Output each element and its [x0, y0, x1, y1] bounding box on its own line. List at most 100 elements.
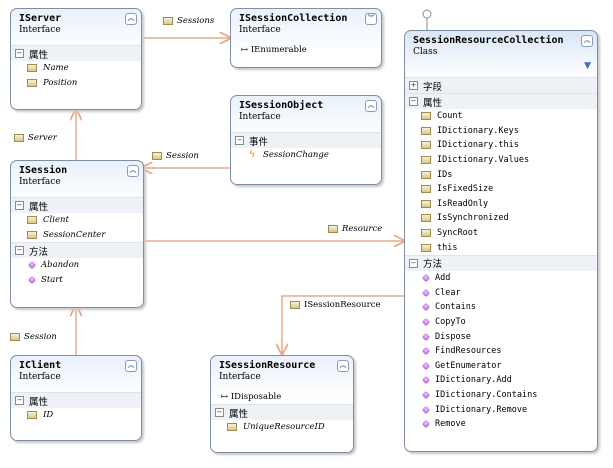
method-icon	[27, 275, 37, 285]
label-sessions: Sessions	[163, 16, 214, 26]
isession-properties-section[interactable]: − 属性	[11, 197, 143, 213]
minus-icon[interactable]: −	[15, 246, 24, 256]
src-method-item[interactable]: GetEnumerator	[405, 359, 597, 374]
minus-icon[interactable]: −	[215, 408, 224, 417]
method-icon	[421, 317, 431, 327]
isession-prop-client[interactable]: Client	[11, 213, 143, 228]
method-icon	[421, 346, 431, 356]
src-property-item[interactable]: IDs	[405, 167, 597, 182]
isessionobject-kind: Interface	[239, 112, 281, 122]
method-icon	[421, 361, 431, 371]
minus-icon[interactable]: −	[15, 49, 24, 58]
src-method-label: Clear	[435, 287, 461, 298]
src-method-item[interactable]: Remove	[405, 417, 597, 432]
label-session-client: Session	[10, 332, 57, 342]
minus-icon[interactable]: −	[235, 136, 244, 145]
src-method-label: IDictionary.Contains	[435, 389, 538, 400]
src-method-item[interactable]: IDictionary.Contains	[405, 388, 597, 403]
iserver-kind: Interface	[19, 25, 61, 35]
method-icon	[421, 332, 431, 341]
src-method-item[interactable]: Dispose	[405, 329, 597, 344]
iserver-box[interactable]: IServer Interface ︽ − 属性 Name Position	[10, 8, 142, 110]
method-icon	[421, 376, 431, 385]
iclient-box[interactable]: IClient Interface ︽ − 属性 ID	[10, 355, 142, 441]
src-method-item[interactable]: Contains	[405, 300, 597, 315]
src-method-label: IDictionary.Remove	[435, 404, 528, 415]
isessioncollection-box[interactable]: ISessionCollection Interface ︾ ↦ IEnumer…	[230, 8, 382, 68]
isessionobject-event-sessionchange[interactable]: ϟ SessionChange	[231, 148, 381, 163]
method-icon	[421, 405, 431, 414]
src-property-label: IDs	[437, 169, 453, 180]
isession-kind: Interface	[19, 177, 61, 187]
src-property-item[interactable]: IDictionary.this	[405, 138, 597, 153]
double-chevron-icon[interactable]: ︽	[125, 13, 137, 25]
method-icon	[27, 261, 37, 270]
src-method-item[interactable]: FindResources	[405, 344, 597, 359]
isession-box[interactable]: ISession Interface ︽ − 属性 Client SessionC…	[10, 160, 144, 308]
src-property-label: IDictionary.Keys	[437, 125, 519, 136]
src-property-item[interactable]: IsReadOnly	[405, 197, 597, 212]
iclient-header: IClient Interface ︽	[11, 356, 141, 392]
isessionresource-title: ISessionResource	[219, 360, 316, 371]
double-chevron-icon[interactable]: ︽	[125, 360, 137, 372]
isessionresource-properties-section[interactable]: − 属性	[211, 404, 353, 420]
src-property-label: IDictionary.this	[437, 140, 519, 151]
property-icon	[10, 332, 20, 341]
iserver-properties-section[interactable]: − 属性	[11, 45, 141, 61]
minus-icon[interactable]: −	[409, 258, 418, 268]
plus-icon[interactable]: +	[409, 81, 418, 90]
src-property-label: IsReadOnly	[437, 198, 489, 209]
iserver-prop-position[interactable]: Position	[11, 76, 141, 91]
double-chevron-icon[interactable]: ︽	[581, 35, 593, 47]
isessionresource-header: ISessionResource Interface ︽	[211, 356, 353, 392]
iserver-prop-name[interactable]: Name	[11, 61, 141, 76]
src-property-item[interactable]: this	[405, 240, 597, 255]
isessionresource-prop-uniqueresourceid[interactable]: UniqueResourceID	[211, 420, 353, 435]
iserver-header: IServer Interface ︽	[11, 9, 141, 45]
src-method-item[interactable]: IDictionary.Add	[405, 373, 597, 388]
iclient-prop-id[interactable]: ID	[11, 408, 141, 423]
double-chevron-icon[interactable]: ︽	[127, 165, 139, 177]
src-methods-section[interactable]: − 方法	[405, 254, 597, 271]
src-property-item[interactable]: SyncRoot	[405, 226, 597, 241]
src-method-item[interactable]: Clear	[405, 286, 597, 301]
src-method-item[interactable]: CopyTo	[405, 315, 597, 330]
method-icon	[421, 273, 431, 283]
sessionresourcecollection-box[interactable]: SessionResourceCollection Class ︽ ▼ + 字段 …	[404, 30, 598, 452]
isession-methods-section[interactable]: − 方法	[11, 242, 143, 259]
src-property-label: SyncRoot	[437, 228, 478, 239]
src-method-item[interactable]: IDictionary.Remove	[405, 402, 597, 417]
double-chevron-icon[interactable]: ︾	[365, 13, 377, 25]
isession-title: ISession	[19, 165, 68, 176]
label-resource: Resource	[328, 224, 382, 234]
isession-method-start[interactable]: Start	[11, 273, 143, 288]
double-chevron-icon[interactable]: ︽	[337, 360, 349, 372]
sessionresourcecollection-header: SessionResourceCollection Class ︽ ▼	[405, 31, 597, 77]
isession-method-abandon[interactable]: Abandon	[11, 258, 143, 273]
minus-icon[interactable]: −	[15, 201, 24, 210]
isession-prop-sessioncenter[interactable]: SessionCenter	[11, 228, 143, 243]
minus-icon[interactable]: −	[409, 97, 418, 106]
lightning-icon: ϟ	[248, 149, 256, 161]
minus-icon[interactable]: −	[15, 396, 24, 405]
src-property-label: IsSynchronized	[437, 213, 509, 224]
iclient-properties-section[interactable]: − 属性	[11, 392, 141, 408]
src-property-item[interactable]: Count	[405, 109, 597, 124]
property-icon	[27, 216, 37, 225]
property-icon	[421, 112, 431, 121]
src-property-item[interactable]: IDictionary.Keys	[405, 124, 597, 139]
src-method-item[interactable]: Add	[405, 271, 597, 286]
isessioncollection-title: ISessionCollection	[239, 13, 348, 24]
property-icon	[14, 133, 24, 142]
src-method-label: FindResources	[435, 346, 502, 357]
isessionresource-box[interactable]: ISessionResource Interface ︽ ↦ IDisposab…	[210, 355, 354, 453]
src-property-item[interactable]: IsSynchronized	[405, 211, 597, 226]
isessionobject-box[interactable]: ISessionObject Interface ︽ − 事件 ϟ SessionC…	[230, 95, 382, 185]
src-property-item[interactable]: IDictionary.Values	[405, 153, 597, 168]
isessionobject-events-section[interactable]: − 事件	[231, 132, 381, 148]
double-chevron-icon[interactable]: ︽	[365, 100, 377, 112]
src-properties-section[interactable]: − 属性	[405, 93, 597, 109]
src-fields-section[interactable]: + 字段	[405, 77, 597, 93]
filter-icon[interactable]: ▼	[584, 61, 591, 71]
src-property-item[interactable]: IsFixedSize	[405, 182, 597, 197]
